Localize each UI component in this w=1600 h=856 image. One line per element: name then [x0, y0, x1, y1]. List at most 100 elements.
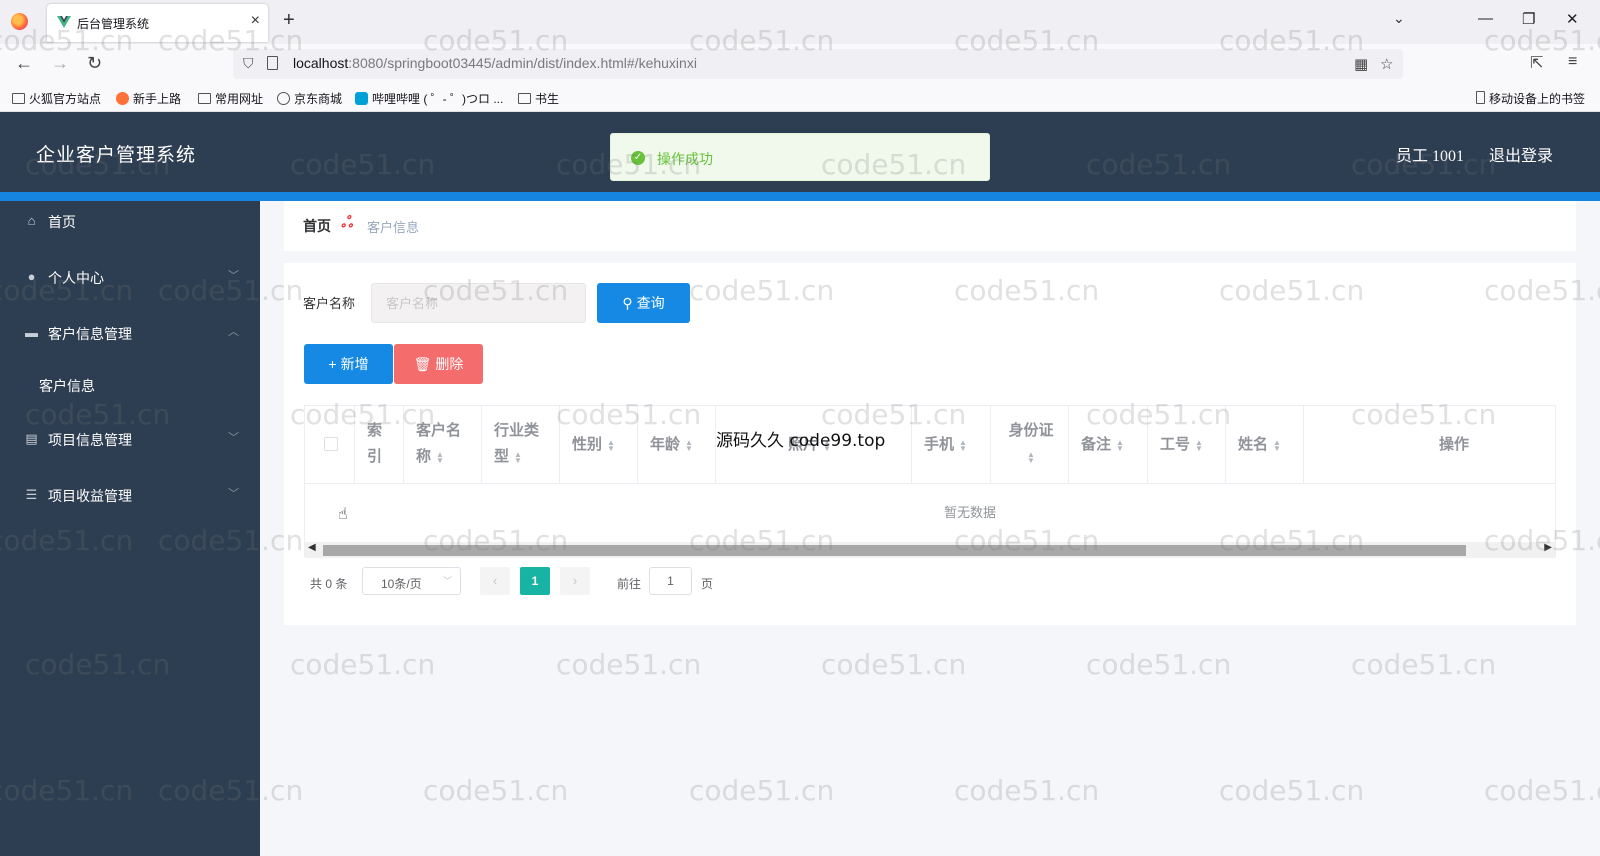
- home-icon: ⌂: [27, 213, 36, 228]
- page-size-value: 10条/页: [381, 577, 422, 591]
- bookmark-item[interactable]: 新手上路: [116, 90, 181, 107]
- column-label: 身份证: [1008, 423, 1054, 439]
- table-header-customer-name[interactable]: 客户名称 ▲ ▼: [404, 406, 482, 484]
- reload-icon[interactable]: ↻: [87, 53, 102, 74]
- column-label: 性别: [572, 437, 603, 453]
- extensions-icon[interactable]: ⇱: [1530, 53, 1543, 73]
- scrollbar-thumb[interactable]: [323, 545, 1466, 556]
- logout-link[interactable]: 退出登录: [1489, 142, 1553, 166]
- table-header-phone[interactable]: 手机 ▲ ▼: [912, 406, 991, 484]
- main-content: 首页 ஃ 客户信息 客户名称 ⚲查询 +新增 🗑删除 索引 客户名称▲▼ 行业类…: [260, 201, 1600, 856]
- chevron-down-icon: ﹀: [228, 432, 239, 444]
- page-unit-label: 页: [701, 577, 714, 591]
- sidebar-subitem-customer-info[interactable]: 客户信息: [0, 365, 260, 405]
- chevron-down-icon: ﹀: [228, 270, 239, 282]
- vue-logo-icon: [57, 16, 71, 28]
- sidebar-item-revenue-management[interactable]: ☰ 项目收益管理 ﹀: [0, 475, 260, 515]
- bookmark-item[interactable]: 常用网址: [198, 90, 263, 107]
- pagination: 共 0 条 10条/页 ﹀ ‹ 1 › 前往 页: [304, 567, 904, 597]
- table-header-name[interactable]: 姓名 ▲ ▼: [1226, 406, 1304, 484]
- list-icon: ☰: [25, 487, 38, 502]
- add-button[interactable]: + 新增: [304, 344, 393, 384]
- sidebar-item-label: 首页: [48, 214, 76, 230]
- table-header-employee-no[interactable]: 工号 ▲ ▼: [1148, 406, 1226, 484]
- check-circle-icon: ✓: [631, 151, 645, 165]
- mobile-icon: [1476, 91, 1485, 104]
- next-page-button[interactable]: ›: [560, 567, 590, 595]
- table-horizontal-scrollbar[interactable]: ◀ ▶: [305, 542, 1555, 558]
- shield-icon[interactable]: ⛉: [243, 55, 254, 72]
- table-header-index: 索引: [355, 406, 404, 484]
- bookmark-item[interactable]: 京东商城: [277, 90, 342, 107]
- table-header-gender[interactable]: 性别 ▲ ▼: [560, 406, 638, 484]
- sort-icon[interactable]: ▲ ▼: [1116, 438, 1124, 452]
- table-header-industry[interactable]: 行业类型 ▲ ▼: [482, 406, 560, 484]
- sidebar-item-home[interactable]: ⌂ 首页: [0, 201, 260, 241]
- globe-icon: [277, 92, 290, 105]
- table-header-age[interactable]: 年龄 ▲ ▼: [638, 406, 716, 484]
- column-label: 备注: [1081, 437, 1112, 453]
- sidebar-item-label: 客户信息管理: [48, 326, 132, 342]
- url-text[interactable]: localhost:8080/springboot03445/admin/dis…: [293, 55, 697, 71]
- success-toast: ✓ 操作成功: [610, 133, 990, 181]
- sort-icon[interactable]: ▲ ▼: [685, 438, 693, 452]
- sort-icon[interactable]: ▲ ▼: [436, 450, 444, 464]
- firefox-icon: [116, 92, 129, 105]
- sidebar-item-label: 个人中心: [48, 270, 104, 286]
- restore-icon[interactable]: ❐: [1522, 10, 1535, 28]
- new-tab-icon[interactable]: +: [283, 9, 295, 32]
- sidebar-item-project-management[interactable]: ▤ 项目信息管理 ﹀: [0, 419, 260, 459]
- trash-icon: 🗑: [413, 356, 432, 372]
- current-user: 员工 1001: [1396, 148, 1465, 165]
- delete-button[interactable]: 🗑 删除: [394, 344, 483, 384]
- browser-nav-bar: ← → ↻ ⛉ localhost:8080/springboot03445/a…: [0, 44, 1600, 84]
- list-tabs-chevron-icon[interactable]: ⌄: [1393, 10, 1405, 27]
- bookmark-item[interactable]: 火狐官方站点: [12, 90, 101, 107]
- hand-cursor-icon: ☝: [338, 506, 348, 523]
- sort-icon[interactable]: ▲ ▼: [1195, 438, 1203, 452]
- table-header-id-card[interactable]: 身份证 ▲ ▼: [991, 406, 1069, 484]
- breadcrumb: 首页 ஃ 客户信息: [284, 201, 1576, 251]
- column-label: 年龄: [650, 437, 681, 453]
- bookmark-item[interactable]: 哔哩哔哩 ( ゜- ゜)つロ ...: [355, 90, 503, 107]
- url-bar[interactable]: ⛉ localhost:8080/springboot03445/admin/d…: [233, 49, 1403, 79]
- menu-icon[interactable]: ≡: [1568, 53, 1577, 71]
- page-size-select[interactable]: 10条/页 ﹀: [362, 567, 461, 595]
- sort-icon[interactable]: ▲ ▼: [1273, 438, 1281, 452]
- pagination-total: 共 0 条: [310, 577, 348, 591]
- firefox-logo-icon[interactable]: [11, 13, 28, 30]
- breadcrumb-home[interactable]: 首页: [303, 216, 331, 236]
- customer-name-search-input[interactable]: [371, 283, 586, 323]
- toast-message: 操作成功: [657, 151, 713, 167]
- sort-icon[interactable]: ▲ ▼: [514, 450, 522, 464]
- mobile-bookmarks[interactable]: 移动设备上的书签: [1476, 90, 1585, 107]
- forward-icon[interactable]: →: [51, 53, 69, 74]
- sort-icon[interactable]: ▲ ▼: [607, 438, 615, 452]
- prev-page-button[interactable]: ‹: [480, 567, 510, 595]
- folder-icon: [518, 93, 531, 104]
- browser-tab[interactable]: 后台管理系统 ×: [47, 4, 268, 42]
- back-icon[interactable]: ←: [15, 53, 33, 74]
- goto-label: 前往: [617, 577, 642, 591]
- qr-code-icon[interactable]: ▦: [1354, 55, 1368, 73]
- sidebar-item-personal-center[interactable]: ● 个人中心 ﹀: [0, 257, 260, 297]
- folder-icon: [198, 93, 211, 104]
- sort-icon[interactable]: ▲ ▼: [1027, 450, 1035, 464]
- goto-page-input[interactable]: [649, 567, 692, 595]
- sidebar-item-customer-management[interactable]: ▬ 客户信息管理 ︿: [0, 313, 260, 353]
- sort-icon[interactable]: ▲ ▼: [959, 438, 967, 452]
- briefcase-icon: ▬: [25, 325, 38, 340]
- bookmark-item[interactable]: 书生: [518, 90, 559, 107]
- bookmark-star-icon[interactable]: ☆: [1380, 55, 1393, 73]
- query-button[interactable]: ⚲ 查询: [597, 283, 690, 323]
- scroll-right-icon[interactable]: ▶: [1544, 542, 1552, 553]
- page-number-active[interactable]: 1: [520, 567, 550, 595]
- minimize-icon[interactable]: —: [1478, 10, 1493, 27]
- select-all-checkbox[interactable]: [324, 437, 338, 451]
- tab-close-icon[interactable]: ×: [251, 12, 260, 30]
- sidebar-item-label: 项目收益管理: [48, 488, 132, 504]
- scroll-left-icon[interactable]: ◀: [308, 542, 316, 553]
- customer-table: 索引 客户名称 ▲ ▼ 行业类型 ▲ ▼ 性别 ▲ ▼ 年龄 ▲ ▼ 照片 ▲ ▼ 手机 ▲ ▼ 身份证…: [304, 405, 1556, 558]
- window-close-icon[interactable]: ✕: [1566, 10, 1579, 28]
- table-header-remark[interactable]: 备注 ▲ ▼: [1069, 406, 1148, 484]
